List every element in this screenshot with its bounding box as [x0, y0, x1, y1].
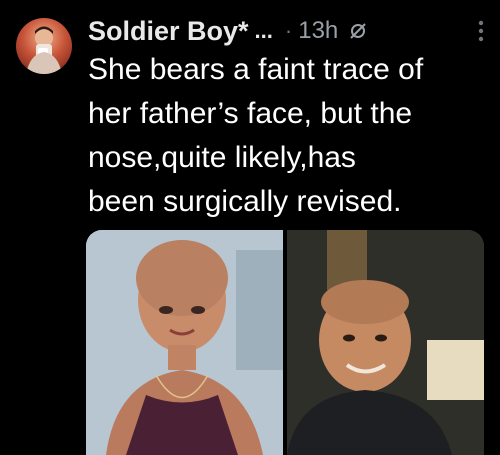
photo-man[interactable]: [287, 230, 484, 455]
separator-dot: ·: [284, 18, 293, 43]
photo-woman[interactable]: [86, 230, 283, 455]
more-vertical-icon[interactable]: [478, 20, 484, 47]
media-grid: [86, 230, 484, 455]
photo-man-illustration: [287, 230, 484, 455]
avatar-image: [26, 26, 62, 74]
hidden-eye-slash-icon[interactable]: [348, 21, 368, 41]
author-name[interactable]: Soldier Boy*: [88, 16, 249, 47]
tweet-header: Soldier Boy* ... · 13h: [88, 14, 482, 48]
tweet-text: She bears a faint trace of her father’s …: [88, 53, 424, 218]
timestamp[interactable]: 13h: [298, 17, 338, 45]
avatar[interactable]: [16, 18, 72, 74]
name-truncation: ...: [254, 18, 273, 43]
photo-woman-illustration: [86, 230, 283, 455]
